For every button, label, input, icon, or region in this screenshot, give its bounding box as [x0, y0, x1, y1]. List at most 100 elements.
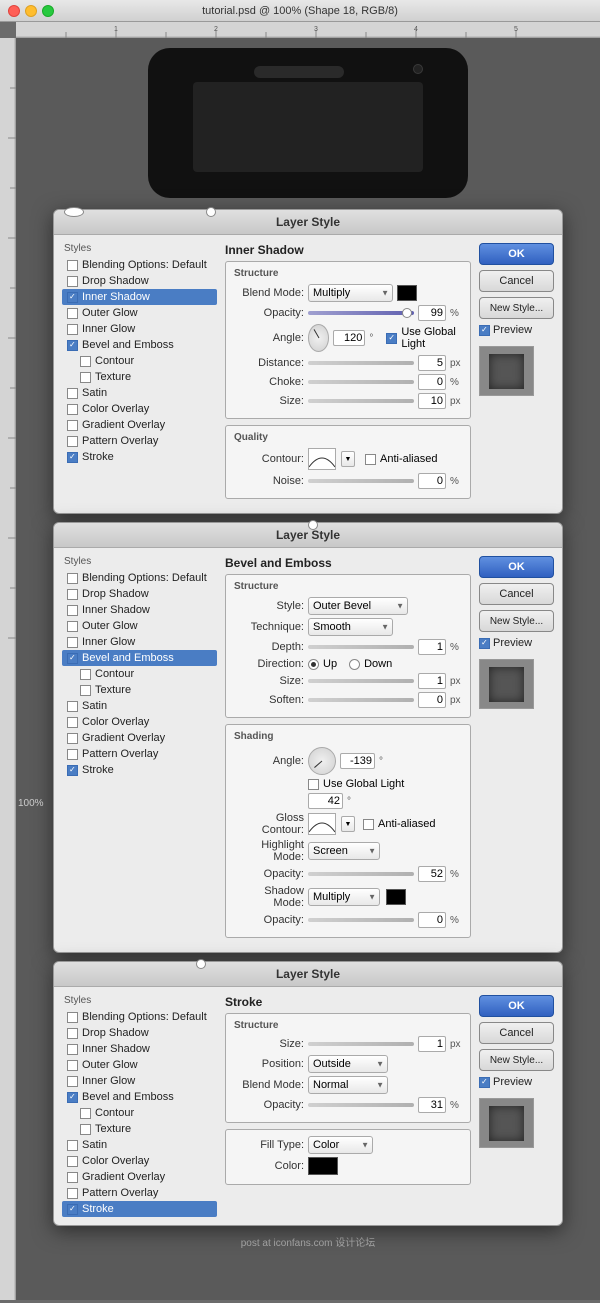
pattern-overlay-checkbox-3[interactable]: [67, 1188, 78, 1199]
preview-checkbox-3[interactable]: [479, 1077, 490, 1088]
depth-slider-2[interactable]: [308, 645, 414, 649]
shadow-color-swatch-2[interactable]: [386, 889, 406, 905]
outer-glow-item-2[interactable]: Outer Glow: [62, 618, 217, 634]
cancel-button-3[interactable]: Cancel: [479, 1022, 554, 1044]
altitude-input-2[interactable]: [308, 793, 343, 809]
blending-options-checkbox-1[interactable]: [67, 260, 78, 271]
window-controls[interactable]: [8, 5, 54, 17]
stroke-checkbox-2[interactable]: [67, 765, 78, 776]
texture-item-2[interactable]: Texture: [62, 682, 217, 698]
contour-preview-1[interactable]: [308, 448, 336, 470]
bevel-emboss-item-3[interactable]: Bevel and Emboss: [62, 1089, 217, 1105]
opacity-slider-1[interactable]: [308, 311, 414, 315]
new-style-button-3[interactable]: New Style...: [479, 1049, 554, 1071]
color-overlay-checkbox-2[interactable]: [67, 717, 78, 728]
shading-angle-input-2[interactable]: [340, 753, 375, 769]
inner-shadow-item-2[interactable]: Inner Shadow: [62, 602, 217, 618]
preview-toggle-1[interactable]: Preview: [479, 324, 554, 336]
pattern-overlay-item-3[interactable]: Pattern Overlay: [62, 1185, 217, 1201]
blending-options-checkbox-2[interactable]: [67, 573, 78, 584]
preview-checkbox-2[interactable]: [479, 638, 490, 649]
shadow-opacity-input-2[interactable]: [418, 912, 446, 928]
anti-alias-checkbox-1[interactable]: [365, 454, 376, 465]
choke-input-1[interactable]: [418, 374, 446, 390]
color-overlay-item-1[interactable]: Color Overlay: [62, 401, 217, 417]
bevel-emboss-checkbox-2[interactable]: [67, 653, 78, 664]
size-input-3[interactable]: [418, 1036, 446, 1052]
gloss-contour-preview-2[interactable]: [308, 813, 336, 835]
pattern-overlay-checkbox-1[interactable]: [67, 436, 78, 447]
inner-shadow-checkbox-3[interactable]: [67, 1044, 78, 1055]
soften-slider-2[interactable]: [308, 698, 414, 702]
outer-glow-checkbox-1[interactable]: [67, 308, 78, 319]
size-input-2[interactable]: [418, 673, 446, 689]
gradient-overlay-checkbox-3[interactable]: [67, 1172, 78, 1183]
outer-glow-checkbox-2[interactable]: [67, 621, 78, 632]
size-slider-3[interactable]: [308, 1042, 414, 1046]
preview-toggle-2[interactable]: Preview: [479, 637, 554, 649]
fill-type-dropdown-3[interactable]: Color ▼: [308, 1136, 373, 1154]
opacity-input-3[interactable]: [418, 1097, 446, 1113]
drop-shadow-item-1[interactable]: Drop Shadow: [62, 273, 217, 289]
direction-up-radio-2[interactable]: [308, 659, 319, 670]
gloss-arrow-2[interactable]: ▼: [341, 816, 355, 832]
shading-angle-dial-2[interactable]: [308, 747, 336, 775]
texture-item-3[interactable]: Texture: [62, 1121, 217, 1137]
preview-toggle-3[interactable]: Preview: [479, 1076, 554, 1088]
cancel-button-1[interactable]: Cancel: [479, 270, 554, 292]
drop-shadow-item-3[interactable]: Drop Shadow: [62, 1025, 217, 1041]
color-overlay-checkbox-3[interactable]: [67, 1156, 78, 1167]
gradient-overlay-item-2[interactable]: Gradient Overlay: [62, 730, 217, 746]
gloss-anti-alias-2[interactable]: [363, 819, 374, 830]
contour-checkbox-3[interactable]: [80, 1108, 91, 1119]
blend-mode-dropdown-3[interactable]: Normal ▼: [308, 1076, 388, 1094]
blend-mode-dropdown-1[interactable]: Multiply ▼: [308, 284, 393, 302]
gradient-overlay-item-1[interactable]: Gradient Overlay: [62, 417, 217, 433]
contour-checkbox-2[interactable]: [80, 669, 91, 680]
style-dropdown-2[interactable]: Outer Bevel ▼: [308, 597, 408, 615]
shadow-opacity-slider-2[interactable]: [308, 918, 414, 922]
distance-thumb-1[interactable]: [64, 207, 84, 217]
inner-shadow-checkbox-1[interactable]: [67, 292, 78, 303]
satin-item-2[interactable]: Satin: [62, 698, 217, 714]
highlight-opacity-input-2[interactable]: [418, 866, 446, 882]
position-dropdown-3[interactable]: Outside ▼: [308, 1055, 388, 1073]
inner-glow-checkbox-3[interactable]: [67, 1076, 78, 1087]
pattern-overlay-item-1[interactable]: Pattern Overlay: [62, 433, 217, 449]
noise-input-1[interactable]: [418, 473, 446, 489]
texture-checkbox-2[interactable]: [80, 685, 91, 696]
inner-glow-checkbox-2[interactable]: [67, 637, 78, 648]
opacity-thumb-1[interactable]: [402, 308, 412, 318]
new-style-button-2[interactable]: New Style...: [479, 610, 554, 632]
satin-checkbox-1[interactable]: [67, 388, 78, 399]
bevel-emboss-checkbox-1[interactable]: [67, 340, 78, 351]
drop-shadow-checkbox-2[interactable]: [67, 589, 78, 600]
contour-item-3[interactable]: Contour: [62, 1105, 217, 1121]
distance-input-1[interactable]: [418, 355, 446, 371]
contour-arrow-1[interactable]: ▼: [341, 451, 355, 467]
contour-checkbox-1[interactable]: [80, 356, 91, 367]
minimize-button[interactable]: [25, 5, 37, 17]
inner-glow-item-1[interactable]: Inner Glow: [62, 321, 217, 337]
blending-options-item-1[interactable]: Blending Options: Default: [62, 257, 217, 273]
blending-options-item-3[interactable]: Blending Options: Default: [62, 1009, 217, 1025]
ok-button-2[interactable]: OK: [479, 556, 554, 578]
inner-shadow-checkbox-2[interactable]: [67, 605, 78, 616]
blending-options-checkbox-3[interactable]: [67, 1012, 78, 1023]
gradient-overlay-checkbox-2[interactable]: [67, 733, 78, 744]
direction-down-radio-2[interactable]: [349, 659, 360, 670]
satin-item-1[interactable]: Satin: [62, 385, 217, 401]
satin-checkbox-3[interactable]: [67, 1140, 78, 1151]
color-overlay-item-2[interactable]: Color Overlay: [62, 714, 217, 730]
ok-button-3[interactable]: OK: [479, 995, 554, 1017]
global-light-checkbox-1[interactable]: [386, 333, 397, 344]
pattern-overlay-item-2[interactable]: Pattern Overlay: [62, 746, 217, 762]
size-slider-1[interactable]: [308, 399, 414, 403]
satin-checkbox-2[interactable]: [67, 701, 78, 712]
highlight-opacity-thumb-2[interactable]: [308, 520, 318, 530]
outer-glow-item-3[interactable]: Outer Glow: [62, 1057, 217, 1073]
color-overlay-checkbox-1[interactable]: [67, 404, 78, 415]
new-style-button-1[interactable]: New Style...: [479, 297, 554, 319]
opacity-input-1[interactable]: [418, 305, 446, 321]
angle-input-1[interactable]: [333, 330, 365, 346]
